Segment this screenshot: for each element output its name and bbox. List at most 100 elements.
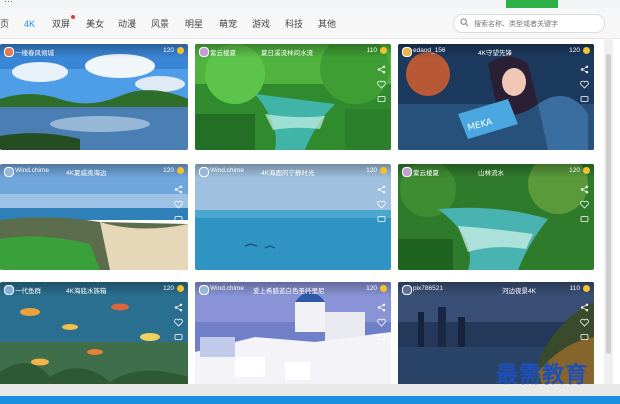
comment-icon[interactable]	[174, 211, 183, 222]
app-title: …	[4, 0, 13, 4]
coin-icon	[177, 167, 184, 174]
tab-scenery[interactable]: 风景	[151, 17, 169, 31]
comment-icon[interactable]	[580, 91, 589, 102]
vertical-scrollbar[interactable]	[604, 38, 613, 384]
tab-home[interactable]: 页	[0, 17, 9, 31]
tab-4k[interactable]: 4K	[24, 17, 35, 31]
card-actions	[174, 181, 184, 226]
card-title: 河边夜景4K	[502, 288, 536, 295]
card-actions	[580, 299, 590, 344]
coin-icon	[583, 167, 590, 174]
share-icon[interactable]	[580, 181, 589, 194]
wallpaper-card[interactable]: MEKA edaod_156 4K守望先锋 120	[398, 44, 594, 150]
heart-icon[interactable]	[377, 314, 386, 327]
avatar	[402, 167, 412, 177]
card-title: 爱上希腊蓝白色圣托里尼	[253, 288, 325, 295]
wallpaper-card[interactable]: Wind.chime 4K夏威夷海边 120	[0, 164, 188, 270]
coin-icon	[380, 167, 387, 174]
card-actions	[580, 181, 590, 226]
search-input[interactable]	[472, 16, 601, 32]
card-coin-count: 120	[366, 167, 377, 174]
comment-icon[interactable]	[580, 329, 589, 340]
top-strip: …	[0, 0, 620, 8]
wallpaper-card[interactable]: 紫云楼夏 山林流水 120	[398, 164, 594, 270]
top-action-button[interactable]	[506, 0, 558, 8]
game-character-thumbnail: MEKA	[398, 44, 594, 150]
category-tab-bar: 页 4K 双屏 美女 动漫 风景 明星 萌宠 游戏 科技 其他	[0, 8, 620, 39]
card-coin-count: 120	[569, 47, 580, 54]
card-actions	[377, 299, 387, 344]
avatar	[402, 47, 412, 57]
card-author: Wind.chime	[210, 167, 244, 174]
heart-icon[interactable]	[580, 196, 589, 209]
tab-dual-screen[interactable]: 双屏	[52, 15, 76, 31]
heart-icon[interactable]	[377, 76, 386, 89]
wallpaper-card[interactable]: 一代鱼群 4K海底水族箱 120	[0, 282, 188, 388]
avatar	[402, 285, 412, 295]
coin-icon	[583, 47, 590, 54]
card-actions	[580, 61, 590, 106]
share-icon[interactable]	[174, 299, 183, 312]
coin-icon	[380, 285, 387, 292]
wallpaper-card[interactable]: Wind.chime 爱上希腊蓝白色圣托里尼 120	[195, 282, 391, 388]
avatar	[4, 285, 14, 295]
heart-icon[interactable]	[174, 314, 183, 327]
tab-pets[interactable]: 萌宠	[219, 17, 237, 31]
tab-celebrity[interactable]: 明星	[185, 17, 203, 31]
forest-stream-thumbnail	[398, 164, 594, 270]
card-coin-count: 110	[569, 285, 580, 292]
card-actions	[174, 299, 184, 344]
share-icon[interactable]	[377, 299, 386, 312]
card-title: 4K海面的宁静时光	[261, 170, 315, 177]
tab-anime[interactable]: 动漫	[118, 17, 136, 31]
wallpaper-card[interactable]: Wind.chime 4K海面的宁静时光 120	[195, 164, 391, 270]
tab-other[interactable]: 其他	[318, 17, 336, 31]
card-title: 4K守望先锋	[478, 50, 512, 57]
new-badge	[71, 15, 76, 19]
share-icon[interactable]	[377, 181, 386, 194]
wallpaper-card[interactable]: 紫云楼夏 夏日溪流林间水流 110	[195, 44, 391, 150]
share-icon[interactable]	[377, 61, 386, 74]
card-coin-count: 120	[163, 285, 174, 292]
comment-icon[interactable]	[377, 91, 386, 102]
card-title: 夏日溪流林间水流	[261, 50, 313, 57]
scrollbar-thumb[interactable]	[606, 54, 611, 354]
coin-icon	[380, 47, 387, 54]
wallpaper-card[interactable]: 一缕春风倾城 120	[0, 44, 188, 150]
stream-thumbnail	[195, 44, 391, 150]
avatar	[4, 47, 14, 57]
heart-icon[interactable]	[580, 314, 589, 327]
comment-icon[interactable]	[377, 211, 386, 222]
card-author: 一缕春风倾城	[15, 50, 54, 57]
search-box[interactable]	[453, 14, 605, 33]
card-author: 紫云楼夏	[210, 50, 236, 57]
card-author: 紫云楼夏	[413, 170, 439, 177]
card-author: 一代鱼群	[15, 288, 41, 295]
heart-icon[interactable]	[174, 196, 183, 209]
comment-icon[interactable]	[580, 211, 589, 222]
card-author: pix786521	[413, 285, 443, 292]
wallpaper-grid: 一缕春风倾城 120 紫云楼夏 夏日溪流林间水流 110 MEKA edaod_…	[0, 38, 600, 388]
card-coin-count: 110	[366, 47, 377, 54]
heart-icon[interactable]	[580, 76, 589, 89]
lake-thumbnail	[0, 44, 188, 150]
tab-tech[interactable]: 科技	[285, 17, 303, 31]
card-title: 4K夏威夷海边	[66, 170, 107, 177]
beach-thumbnail	[0, 164, 188, 270]
coin-icon	[177, 47, 184, 54]
comment-icon[interactable]	[174, 329, 183, 340]
card-actions	[377, 61, 387, 106]
coin-icon	[583, 285, 590, 292]
share-icon[interactable]	[580, 299, 589, 312]
aquarium-thumbnail	[0, 282, 188, 388]
santorini-thumbnail	[195, 282, 391, 388]
tab-games[interactable]: 游戏	[252, 17, 270, 31]
share-icon[interactable]	[580, 61, 589, 74]
comment-icon[interactable]	[377, 329, 386, 340]
share-icon[interactable]	[174, 181, 183, 194]
taskbar-strip	[0, 396, 620, 404]
card-coin-count: 120	[163, 47, 174, 54]
heart-icon[interactable]	[377, 196, 386, 209]
tab-beauty[interactable]: 美女	[86, 17, 104, 31]
avatar	[199, 285, 209, 295]
